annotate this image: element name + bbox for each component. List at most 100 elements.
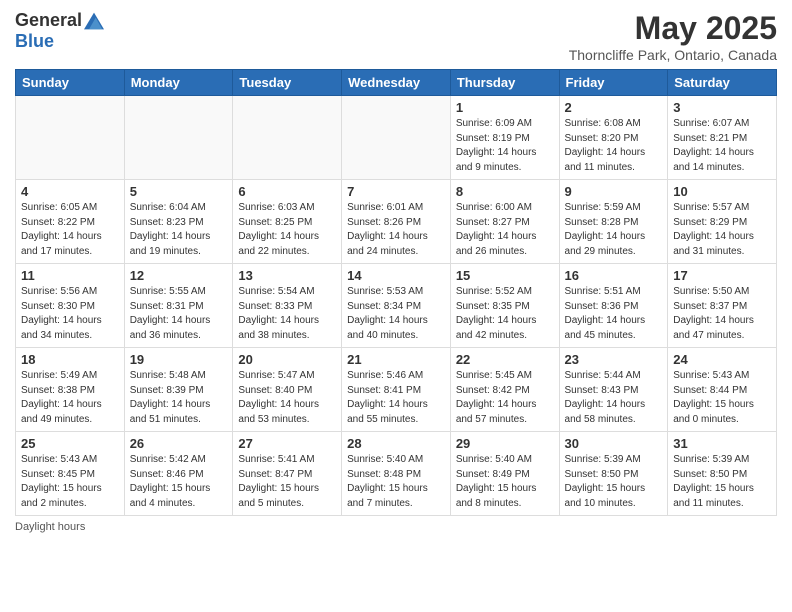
header: General Blue May 2025 Thorncliffe Park, …	[15, 10, 777, 63]
cell-w2-d4: 7Sunrise: 6:01 AM Sunset: 8:26 PM Daylig…	[342, 180, 451, 264]
cell-w3-d4: 14 Sunrise: 5:53 AM Sunset: 8:34 PM Dayli…	[342, 264, 451, 348]
day-number: 23	[565, 352, 663, 367]
cell-w5-d1: 25 Sunrise: 5:43 AM Sunset: 8:45 PM Dayli…	[16, 432, 125, 516]
day-number: 25	[21, 436, 119, 451]
cell-w5-d4: 28 Sunrise: 5:40 AM Sunset: 8:48 PM Dayli…	[342, 432, 451, 516]
day-number: 29	[456, 436, 554, 451]
day-number: 21	[347, 352, 445, 367]
day-info: Sunrise: 5:52 AM Sunset: 8:35 PM Dayligh…	[456, 285, 554, 343]
cell-w3-d3: 13 Sunrise: 5:54 AM Sunset: 8:33 PM Dayli…	[233, 264, 342, 348]
day-number: 18	[21, 352, 119, 367]
cell-w1-d2	[124, 96, 233, 180]
day-info: Sunrise: 5:46 AM Sunset: 8:41 PM Dayligh…	[347, 369, 445, 427]
day-number: 9	[565, 184, 663, 199]
cell-w1-d5: 1 Sunrise: 6:09 AM Sunset: 8:19 PM Daylig…	[450, 96, 559, 180]
day-info: Sunrise: 5:45 AM Sunset: 8:42 PM Dayligh…	[456, 369, 554, 427]
cell-w2-d2: 5 Sunrise: 6:04 AM Sunset: 8:23 PM Daylig…	[124, 180, 233, 264]
cell-w5-d6: 30 Sunrise: 5:39 AM Sunset: 8:50 PM Dayli…	[559, 432, 668, 516]
header-sunday: Sunday	[16, 70, 125, 96]
day-number: 30	[565, 436, 663, 451]
cell-w4-d3: 20 Sunrise: 5:47 AM Sunset: 8:40 PM Dayli…	[233, 348, 342, 432]
title-block: May 2025 Thorncliffe Park, Ontario, Cana…	[569, 10, 777, 63]
day-number: 28	[347, 436, 445, 451]
week-row-1: 1 Sunrise: 6:09 AM Sunset: 8:19 PM Daylig…	[16, 96, 777, 180]
day-info: Sunrise: 5:47 AM Sunset: 8:40 PM Dayligh…	[238, 369, 336, 427]
header-thursday: Thursday	[450, 70, 559, 96]
cell-w1-d7: 3Sunrise: 6:07 AM Sunset: 8:21 PM Daylig…	[668, 96, 777, 180]
main-title: May 2025	[569, 10, 777, 47]
day-info: Sunrise: 6:04 AM Sunset: 8:23 PM Dayligh…	[130, 201, 228, 259]
cell-w4-d6: 23 Sunrise: 5:44 AM Sunset: 8:43 PM Dayli…	[559, 348, 668, 432]
header-wednesday: Wednesday	[342, 70, 451, 96]
day-info: Sunrise: 5:43 AM Sunset: 8:44 PM Dayligh…	[673, 369, 771, 427]
day-number: 27	[238, 436, 336, 451]
day-info: Sunrise: 5:56 AM Sunset: 8:30 PM Dayligh…	[21, 285, 119, 343]
cell-w1-d1	[16, 96, 125, 180]
cell-w4-d2: 19Sunrise: 5:48 AM Sunset: 8:39 PM Dayli…	[124, 348, 233, 432]
day-info: Sunrise: 5:40 AM Sunset: 8:48 PM Dayligh…	[347, 453, 445, 511]
cell-w3-d1: 11Sunrise: 5:56 AM Sunset: 8:30 PM Dayli…	[16, 264, 125, 348]
day-info: Sunrise: 5:39 AM Sunset: 8:50 PM Dayligh…	[565, 453, 663, 511]
cell-w1-d3	[233, 96, 342, 180]
week-row-2: 4 Sunrise: 6:05 AM Sunset: 8:22 PM Daylig…	[16, 180, 777, 264]
calendar: Sunday Monday Tuesday Wednesday Thursday…	[15, 69, 777, 516]
day-number: 12	[130, 268, 228, 283]
cell-w3-d5: 15Sunrise: 5:52 AM Sunset: 8:35 PM Dayli…	[450, 264, 559, 348]
day-number: 5	[130, 184, 228, 199]
cell-w2-d5: 8Sunrise: 6:00 AM Sunset: 8:27 PM Daylig…	[450, 180, 559, 264]
cell-w5-d3: 27 Sunrise: 5:41 AM Sunset: 8:47 PM Dayli…	[233, 432, 342, 516]
week-row-4: 18 Sunrise: 5:49 AM Sunset: 8:38 PM Dayli…	[16, 348, 777, 432]
day-number: 24	[673, 352, 771, 367]
day-number: 10	[673, 184, 771, 199]
day-number: 1	[456, 100, 554, 115]
cell-w3-d6: 16 Sunrise: 5:51 AM Sunset: 8:36 PM Dayli…	[559, 264, 668, 348]
day-number: 14	[347, 268, 445, 283]
calendar-header-row: Sunday Monday Tuesday Wednesday Thursday…	[16, 70, 777, 96]
day-number: 26	[130, 436, 228, 451]
day-number: 2	[565, 100, 663, 115]
logo-general: General	[15, 10, 82, 31]
day-number: 20	[238, 352, 336, 367]
day-info: Sunrise: 5:57 AM Sunset: 8:29 PM Dayligh…	[673, 201, 771, 259]
day-info: Sunrise: 6:05 AM Sunset: 8:22 PM Dayligh…	[21, 201, 119, 259]
day-info: Sunrise: 5:54 AM Sunset: 8:33 PM Dayligh…	[238, 285, 336, 343]
cell-w2-d7: 10 Sunrise: 5:57 AM Sunset: 8:29 PM Dayli…	[668, 180, 777, 264]
cell-w1-d4	[342, 96, 451, 180]
logo-blue: Blue	[15, 31, 54, 52]
cell-w3-d7: 17Sunrise: 5:50 AM Sunset: 8:37 PM Dayli…	[668, 264, 777, 348]
cell-w5-d2: 26Sunrise: 5:42 AM Sunset: 8:46 PM Dayli…	[124, 432, 233, 516]
day-number: 31	[673, 436, 771, 451]
header-friday: Friday	[559, 70, 668, 96]
logo: General Blue	[15, 10, 104, 52]
day-info: Sunrise: 6:09 AM Sunset: 8:19 PM Dayligh…	[456, 117, 554, 175]
day-info: Sunrise: 5:43 AM Sunset: 8:45 PM Dayligh…	[21, 453, 119, 511]
day-info: Sunrise: 5:59 AM Sunset: 8:28 PM Dayligh…	[565, 201, 663, 259]
day-number: 13	[238, 268, 336, 283]
cell-w2-d1: 4 Sunrise: 6:05 AM Sunset: 8:22 PM Daylig…	[16, 180, 125, 264]
day-info: Sunrise: 5:49 AM Sunset: 8:38 PM Dayligh…	[21, 369, 119, 427]
day-number: 17	[673, 268, 771, 283]
cell-w4-d4: 21 Sunrise: 5:46 AM Sunset: 8:41 PM Dayli…	[342, 348, 451, 432]
day-number: 4	[21, 184, 119, 199]
day-number: 8	[456, 184, 554, 199]
day-info: Sunrise: 5:41 AM Sunset: 8:47 PM Dayligh…	[238, 453, 336, 511]
day-info: Sunrise: 5:53 AM Sunset: 8:34 PM Dayligh…	[347, 285, 445, 343]
header-tuesday: Tuesday	[233, 70, 342, 96]
day-info: Sunrise: 5:51 AM Sunset: 8:36 PM Dayligh…	[565, 285, 663, 343]
day-number: 7	[347, 184, 445, 199]
day-number: 16	[565, 268, 663, 283]
day-info: Sunrise: 5:39 AM Sunset: 8:50 PM Dayligh…	[673, 453, 771, 511]
cell-w3-d2: 12Sunrise: 5:55 AM Sunset: 8:31 PM Dayli…	[124, 264, 233, 348]
day-info: Sunrise: 6:03 AM Sunset: 8:25 PM Dayligh…	[238, 201, 336, 259]
day-number: 22	[456, 352, 554, 367]
logo-icon	[84, 11, 104, 31]
footer-note: Daylight hours	[15, 521, 777, 533]
cell-w4-d5: 22 Sunrise: 5:45 AM Sunset: 8:42 PM Dayli…	[450, 348, 559, 432]
day-info: Sunrise: 6:08 AM Sunset: 8:20 PM Dayligh…	[565, 117, 663, 175]
day-info: Sunrise: 5:44 AM Sunset: 8:43 PM Dayligh…	[565, 369, 663, 427]
cell-w5-d7: 31 Sunrise: 5:39 AM Sunset: 8:50 PM Dayli…	[668, 432, 777, 516]
day-info: Sunrise: 5:40 AM Sunset: 8:49 PM Dayligh…	[456, 453, 554, 511]
day-info: Sunrise: 5:48 AM Sunset: 8:39 PM Dayligh…	[130, 369, 228, 427]
cell-w4-d1: 18 Sunrise: 5:49 AM Sunset: 8:38 PM Dayli…	[16, 348, 125, 432]
day-number: 6	[238, 184, 336, 199]
